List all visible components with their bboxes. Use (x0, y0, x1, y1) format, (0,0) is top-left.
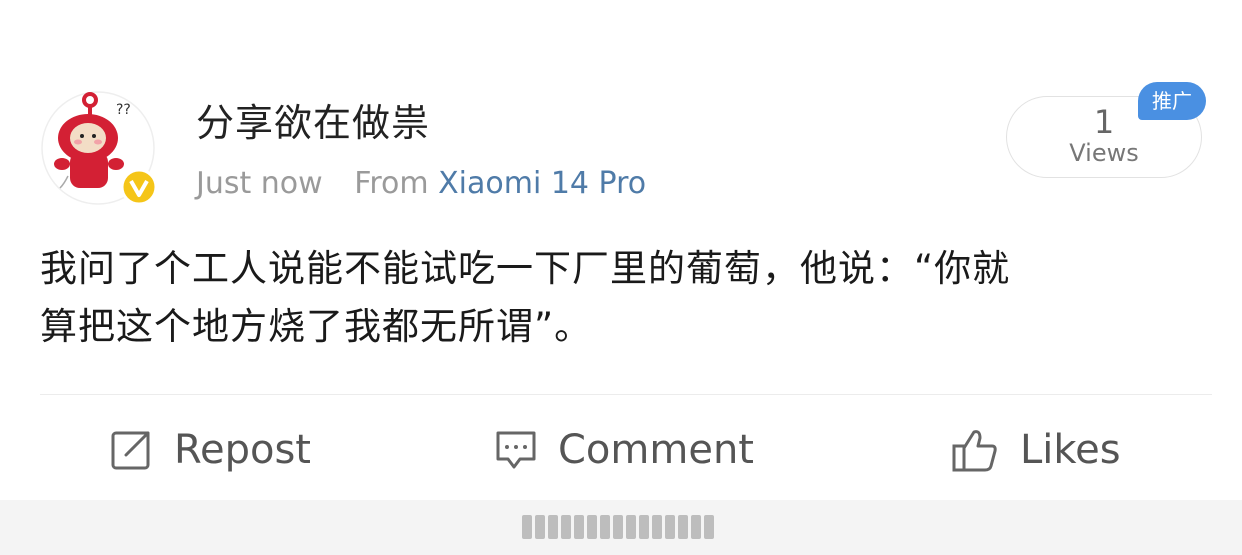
repost-button[interactable]: Repost (108, 420, 311, 480)
post-text: 我问了个工人说能不能试吃一下厂里的葡萄，他说：“你就 算把这个地方烧了我都无所谓… (40, 240, 1210, 356)
comment-button[interactable]: Comment (494, 420, 754, 480)
source-prefix: From (354, 166, 429, 201)
watermark-bar (522, 514, 722, 540)
username[interactable]: 分享欲在做祟 (196, 92, 430, 147)
svg-text:??: ?? (116, 102, 131, 118)
views-label: Views (1069, 139, 1139, 167)
divider (40, 394, 1212, 395)
avatar[interactable]: ?? (40, 90, 158, 206)
like-icon (952, 430, 997, 472)
repost-icon (111, 431, 150, 470)
comment-label: Comment (558, 427, 754, 473)
device-link[interactable]: Xiaomi 14 Pro (438, 166, 646, 201)
repost-label: Repost (174, 427, 311, 473)
like-button[interactable]: Likes (950, 420, 1121, 480)
post-text-line: 我问了个工人说能不能试吃一下厂里的葡萄，他说：“你就 (40, 247, 1011, 290)
verified-icon (120, 168, 158, 206)
post-meta: Just now From Xiaomi 14 Pro (196, 166, 646, 201)
timestamp: Just now (196, 166, 323, 201)
post-text-line: 算把这个地方烧了我都无所谓”。 (40, 305, 593, 348)
comment-icon (496, 431, 536, 469)
likes-label: Likes (1020, 427, 1121, 473)
post-card: ?? 分享欲在做祟 Just now From Xiaomi 14 Pro 1 … (0, 0, 1242, 500)
promo-badge: 推广 (1138, 82, 1206, 120)
